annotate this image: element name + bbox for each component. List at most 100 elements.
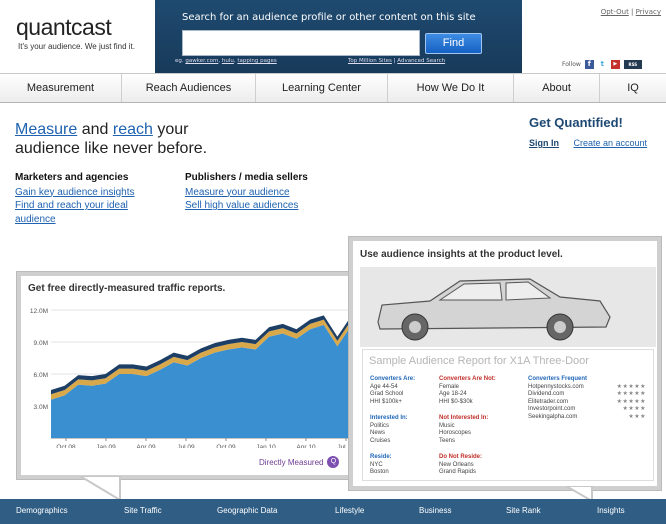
sample-report: Sample Audience Report for X1A Three-Doo… [362, 349, 654, 481]
privacy-link[interactable]: Privacy [636, 8, 661, 16]
directly-measured-badge: Directly Measured Q [259, 456, 340, 468]
nav-about[interactable]: About [514, 74, 600, 102]
reside-heading: Reside: [370, 454, 392, 460]
report-item: Boston [370, 469, 389, 475]
reach-link[interactable]: reach [113, 121, 153, 138]
report-item: Horoscopes [439, 430, 472, 436]
publishers-heading: Publishers / media sellers [185, 172, 308, 183]
search-label: Search for an audience profile or other … [182, 12, 476, 23]
util-area: Opt-Out | Privacy Follow f t ▶ RSS [522, 0, 666, 73]
opt-out-link[interactable]: Opt-Out [601, 8, 629, 16]
search-links: Top Million Sites | Advanced Search [348, 58, 446, 64]
create-account-link[interactable]: Create an account [574, 138, 648, 148]
y-tick-label: 12.0M [30, 308, 48, 315]
tab-site-rank[interactable]: Site Rank [506, 506, 541, 515]
stars-rating: ★★★★★ [616, 383, 646, 390]
marketers-heading: Marketers and agencies [15, 172, 129, 183]
nav-reach-audiences[interactable]: Reach Audiences [122, 74, 256, 102]
publishers-column: Publishers / media sellers Measure your … [185, 171, 335, 213]
report-item: Age 44-54 [370, 383, 398, 390]
interested-in: Interested In: Politics News Cruises [370, 415, 408, 445]
advanced-search-link[interactable]: Advanced Search [397, 58, 445, 64]
publishers-link[interactable]: Sell high value audiences [185, 199, 335, 213]
main-nav: Measurement Reach Audiences Learning Cen… [0, 73, 666, 103]
car-icon [377, 278, 611, 341]
traffic-panel[interactable]: Get free directly-measured traffic repor… [17, 272, 357, 479]
y-tick-label: 9.0M [34, 340, 48, 347]
traffic-chart: 3.0M 6.0M 9.0M 12.0M Oct 08 Jan 09 Apr 09 Jul 0… [30, 308, 353, 448]
traffic-panel-title: Get free directly-measured traffic repor… [28, 283, 226, 294]
converters-frequent-heading: Converters Frequent [528, 376, 588, 382]
y-tick-label: 6.0M [34, 372, 48, 379]
tab-lifestyle[interactable]: Lifestyle [335, 506, 364, 515]
stars-rating: ★★★★★ [616, 391, 646, 397]
report-item: Cruises [370, 437, 391, 444]
do-not-reside: Do Not Reside: New Orleans Grand Rapids [439, 454, 482, 477]
converters-are-not: Converters Are Not: Female Age 18-24 HHI… [439, 376, 496, 406]
marketers-column: Marketers and agencies Gain key audience… [15, 171, 165, 226]
report-item: Teens [439, 437, 456, 444]
hero-line2: audience like never before. [15, 140, 208, 157]
marketers-link[interactable]: Find and reach your ideal audience [15, 199, 165, 226]
example-link[interactable]: tapping pages [237, 58, 276, 64]
follow-label: Follow [562, 61, 581, 68]
search-input[interactable] [182, 30, 420, 56]
converters-are: Converters Are: Age 44-54 Grad School HH… [370, 376, 415, 406]
quantcast-logo[interactable]: quantcast [16, 14, 112, 41]
tab-demographics[interactable]: Demographics [16, 506, 68, 515]
sign-in-link[interactable]: Sign In [529, 138, 559, 148]
top-million-sites-link[interactable]: Top Million Sites [348, 58, 392, 64]
publishers-link[interactable]: Measure your audience [185, 186, 335, 200]
logo-tagline: It's your audience. We just find it. [18, 42, 135, 51]
follow-row: Follow f t ▶ RSS [562, 60, 642, 69]
nav-learning-center[interactable]: Learning Center [256, 74, 388, 102]
report-item: Music [439, 422, 455, 429]
report-site: Investorpoint.com [528, 406, 576, 412]
directly-measured-label: Directly Measured [259, 457, 324, 467]
report-item: News [370, 430, 386, 436]
example-link[interactable]: hulu [222, 58, 234, 64]
report-item: Female [439, 383, 460, 390]
interested-in-heading: Interested In: [370, 415, 408, 421]
tab-geographic-data[interactable]: Geographic Data [217, 506, 277, 515]
x-tick-label: Apr 10 [296, 444, 316, 448]
rss-icon[interactable]: RSS [623, 60, 642, 69]
twitter-icon[interactable]: t [597, 60, 607, 69]
get-quantified-title: Get Quantified! [529, 115, 623, 130]
x-tick-label: Oct 08 [56, 444, 76, 448]
search-examples: eg. gawker.com, hulu, tapping pages [175, 58, 277, 64]
tab-insights[interactable]: Insights [597, 506, 625, 515]
car-image [360, 267, 656, 347]
report-site: Dividend.com [528, 391, 565, 397]
find-button[interactable]: Find [425, 33, 482, 54]
tab-site-traffic[interactable]: Site Traffic [124, 506, 162, 515]
report-item: Grad School [370, 391, 404, 397]
search-area: Search for an audience profile or other … [155, 0, 522, 73]
report-item: Politics [370, 422, 390, 429]
nav-iq[interactable]: IQ [600, 74, 666, 102]
nav-how-we-do-it[interactable]: How We Do It [388, 74, 514, 102]
marketers-link[interactable]: Gain key audience insights [15, 186, 165, 200]
report-item: Grand Rapids [439, 469, 477, 475]
facebook-icon[interactable]: f [584, 60, 594, 69]
nav-measurement[interactable]: Measurement [0, 74, 122, 102]
measure-link[interactable]: Measure [15, 121, 77, 138]
x-tick-label: Jul 09 [177, 444, 195, 448]
product-panel[interactable]: Use audience insights at the product lev… [349, 237, 661, 490]
report-item: HHI $0-$30k [439, 398, 473, 405]
get-quantified-links: Sign In Create an account [529, 138, 647, 148]
converters-are-not-heading: Converters Are Not: [439, 376, 496, 382]
report-title: Sample Audience Report for X1A Three-Doo… [369, 355, 589, 367]
hero-title: Measure and reach your audience like nev… [15, 120, 325, 158]
product-panel-title: Use audience insights at the product lev… [360, 249, 563, 260]
report-item: New Orleans [439, 461, 474, 468]
tab-business[interactable]: Business [419, 506, 451, 515]
hero-your: your [157, 121, 189, 138]
youtube-icon[interactable]: ▶ [610, 60, 620, 69]
x-tick-label: Jan 09 [96, 444, 116, 448]
example-link[interactable]: gawker.com [185, 58, 218, 64]
x-tick-label: Jan 10 [256, 444, 276, 448]
report-site: Seekingalpha.com [528, 413, 578, 420]
reside: Reside: NYC Boston [370, 454, 392, 477]
x-tick-label: Apr 09 [136, 444, 156, 448]
